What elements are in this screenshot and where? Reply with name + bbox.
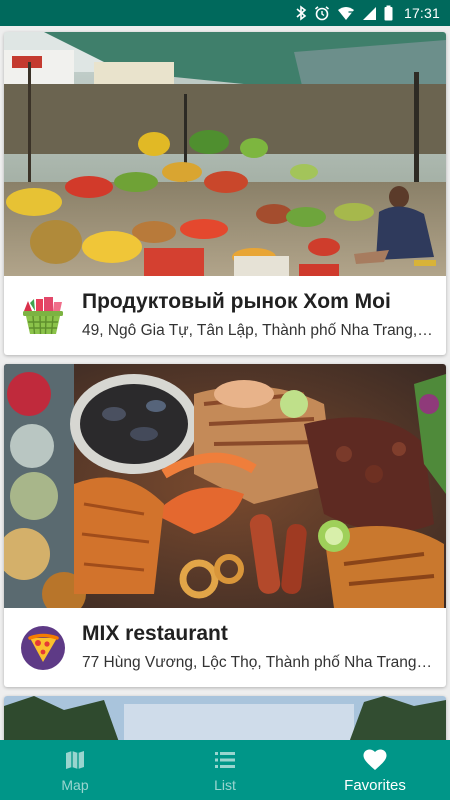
place-card[interactable]: MIX restaurant 77 Hùng Vương, Lộc Thọ, T… [4,364,446,687]
market-stalls-photo[interactable] [4,32,446,276]
place-name: MIX restaurant [82,622,228,645]
nav-map-label: Map [61,777,89,793]
nav-favorites-label: Favorites [344,776,406,794]
alarm-icon [314,5,330,21]
place-info[interactable]: Продуктовый рынок Xom Moi 49, Ngô Gia Tự… [4,276,446,355]
heart-icon [363,747,387,773]
status-bar: 17:31 [0,0,450,26]
grocery-basket-icon [20,293,66,339]
bluetooth-icon [295,5,307,21]
favorites-list[interactable]: Продуктовый рынок Xom Moi 49, Ngô Gia Tự… [0,26,450,740]
place-card[interactable] [4,696,446,740]
list-icon [214,747,236,773]
place-address: 49, Ngô Gia Tự, Tân Lập, Thành phố Nha T… [82,322,434,339]
battery-icon [384,5,393,21]
signal-icon [362,6,377,21]
nav-list-label: List [214,777,236,793]
place-info[interactable]: MIX restaurant 77 Hùng Vương, Lộc Thọ, T… [4,608,446,687]
status-time: 17:31 [403,5,440,21]
pizza-icon [20,625,66,671]
place-name: Продуктовый рынок Xom Moi [82,290,391,313]
place-address: 77 Hùng Vương, Lộc Thọ, Thành phố Nha Tr… [82,654,434,671]
wifi-icon [337,6,355,21]
nav-favorites[interactable]: Favorites [300,740,450,800]
bottom-navigation: Map List Favorites [0,740,450,800]
map-icon [64,747,86,773]
place-card[interactable]: Продуктовый рынок Xom Moi 49, Ngô Gia Tự… [4,32,446,355]
seafood-platter-photo[interactable] [4,364,446,608]
place-photo[interactable] [4,696,446,740]
nav-list[interactable]: List [150,740,300,800]
nav-map[interactable]: Map [0,740,150,800]
